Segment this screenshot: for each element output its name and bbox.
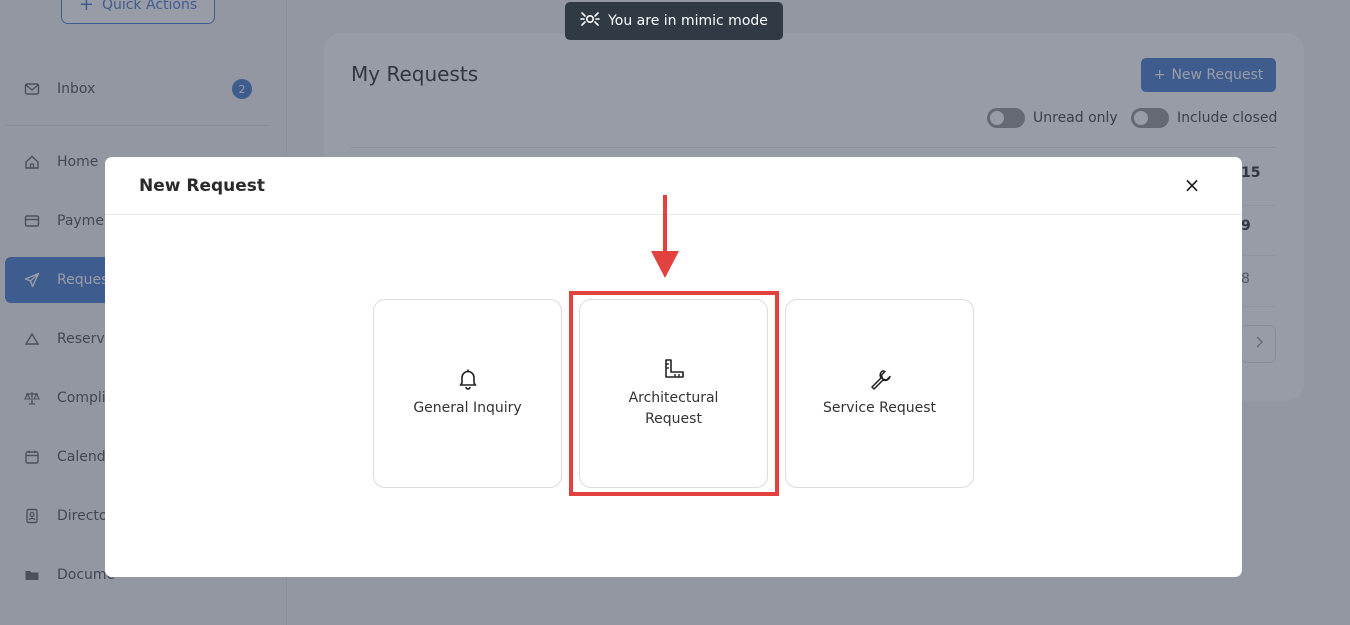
bell-icon [457,368,479,390]
mimic-icon [580,11,600,31]
annotation-arrow-shaft [663,195,667,255]
modal-header: New Request × [105,157,1242,215]
option-label: Architectural Request [628,389,719,427]
annotation-arrow-head [651,251,679,278]
close-icon: × [1183,173,1201,197]
mimic-mode-banner: You are in mimic mode [565,2,783,40]
close-button[interactable]: × [1180,173,1204,197]
wrench-icon [869,368,891,390]
option-service-request[interactable]: Service Request [785,299,974,488]
modal-title: New Request [139,175,266,196]
new-request-modal: New Request × General Inquiry Architectu… [105,157,1242,577]
option-architectural-request[interactable]: Architectural Request [579,299,768,488]
option-general-inquiry[interactable]: General Inquiry [373,299,562,488]
option-label: Service Request [822,400,937,416]
mimic-banner-text: You are in mimic mode [608,13,768,29]
ruler-icon [663,358,685,380]
option-label: General Inquiry [413,400,522,416]
